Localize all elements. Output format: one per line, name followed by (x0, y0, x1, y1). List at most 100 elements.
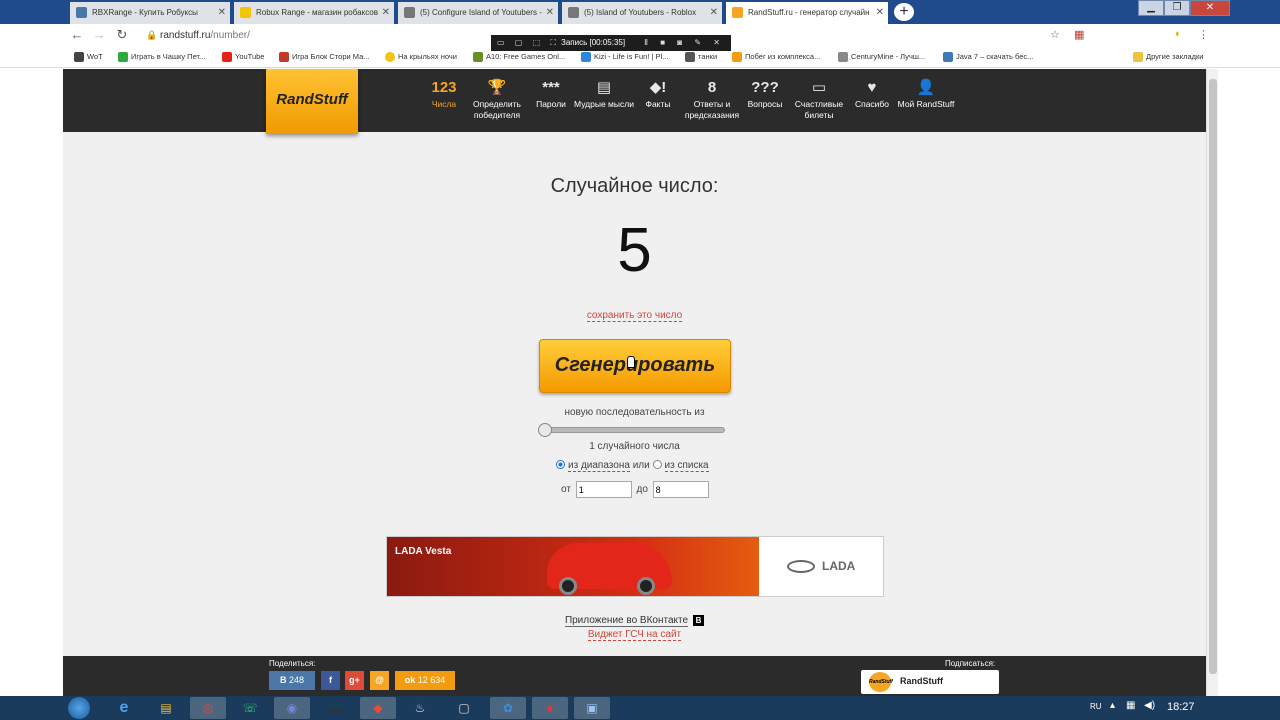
internet-explorer-icon[interactable]: e (106, 697, 142, 719)
nav-my-randstuff[interactable]: 👤 Мой RandStuff (896, 77, 956, 110)
bookmark-item[interactable]: CenturyMine - Лучш... (838, 52, 925, 62)
reload-icon[interactable]: ↻ (113, 27, 131, 43)
bookmark-item[interactable]: YouTube (222, 52, 265, 62)
range-option-label[interactable]: из диапазона (568, 460, 630, 472)
extension-icon[interactable]: ▦ (1074, 28, 1084, 41)
bookmark-folder[interactable]: Другие закладки (1133, 52, 1204, 62)
from-input[interactable] (575, 481, 632, 498)
close-icon[interactable]: ✕ (876, 2, 884, 24)
close-icon[interactable]: ✕ (382, 2, 390, 24)
facebook-share-button[interactable]: f (321, 671, 340, 690)
recorder-mode-icons[interactable]: ▭ ▢ ⬚ ⛶ (497, 35, 560, 51)
bookmark-item[interactable]: Побег из комплекса... (732, 52, 820, 62)
mode-selector: из диапазона или из списка (556, 460, 709, 472)
bookmark-item[interactable]: Java 7 – скачать бес... (943, 52, 1033, 62)
scrollbar-thumb[interactable] (1209, 79, 1217, 674)
count-slider[interactable] (540, 427, 725, 433)
menu-icon[interactable]: ⋮ (1198, 28, 1209, 41)
chrome-icon[interactable]: ◎ (190, 697, 226, 719)
vk-app-link[interactable]: Приложение во ВКонтакте (564, 615, 689, 627)
app-icon[interactable]: ▬ (318, 697, 354, 719)
tab-label: RBXRange - Купить Робуксы (92, 8, 198, 17)
recorder-tool-icons[interactable]: Ⅱ ■ ◙ ✎ ✕ (644, 35, 725, 51)
range-radio[interactable] (556, 460, 565, 469)
browser-tab[interactable]: (5) Island of Youtubers - Roblox ✕ (562, 2, 722, 24)
browser-tab-active[interactable]: RandStuff.ru - генератор случайн ✕ (726, 2, 888, 24)
minimize-button[interactable]: ▁ (1138, 0, 1164, 16)
mail-share-button[interactable]: @ (370, 671, 389, 690)
odnoklassniki-icon: ok (404, 675, 416, 685)
app-icon[interactable]: ✿ (490, 697, 526, 719)
nav-numbers[interactable]: 123 Числа (414, 77, 474, 110)
recorder-icon[interactable]: ● (532, 697, 568, 719)
bookmark-item[interactable]: танки (685, 52, 718, 62)
steam-icon[interactable]: ♨ (402, 697, 438, 719)
app-icon[interactable]: ▣ (574, 697, 610, 719)
volume-icon[interactable]: ◀) (1144, 700, 1155, 711)
address-bar[interactable]: randstuff.ru/number/ (160, 30, 250, 41)
browser-tab[interactable]: (5) Configure Island of Youtubers - ✕ (398, 2, 558, 24)
robux-icon (240, 7, 251, 18)
nav-tickets[interactable]: ▭ Счастливые билеты (789, 77, 849, 121)
subscribe-randstuff-button[interactable]: RandStuff RandStuff (861, 670, 999, 694)
page-scrollbar[interactable] (1206, 69, 1218, 696)
bookmark-item[interactable]: Играть в Чашку Пет... (118, 52, 205, 62)
count-slider-handle[interactable] (538, 423, 552, 437)
widget-link[interactable]: Виджет ГСЧ на сайт (587, 629, 682, 641)
list-radio[interactable] (652, 460, 662, 469)
close-icon[interactable]: ✕ (546, 2, 554, 24)
bookmark-label: YouTube (235, 52, 265, 61)
bookmark-label: Другие закладки (1146, 52, 1204, 61)
subscribe-label: Подписаться: (945, 659, 996, 668)
close-icon[interactable]: ✕ (218, 2, 226, 24)
forward-icon[interactable]: → (90, 27, 108, 42)
ticket-icon: ▭ (811, 79, 827, 96)
clock[interactable]: 18:27 (1167, 701, 1195, 713)
back-icon[interactable]: ← (68, 27, 86, 42)
discord-icon[interactable]: ◉ (274, 697, 310, 719)
browser-tab[interactable]: Robux Range - магазин робаксов ✕ (234, 2, 394, 24)
google-plus-share-button[interactable]: g+ (345, 671, 364, 690)
ok-share-button[interactable]: ok 12 634 (395, 671, 455, 690)
bookmark-label: танки (698, 52, 718, 61)
nav-facts[interactable]: ◆! Факты (628, 77, 688, 110)
nav-answers[interactable]: 8 Ответы и предсказания (682, 77, 742, 121)
bookmark-item[interactable]: Игра Блок Стори Ма... (279, 52, 370, 62)
numbers-icon: 123 (431, 79, 457, 96)
bookmark-item[interactable]: На крыльях ночи (385, 52, 457, 62)
bookmark-star-icon[interactable]: ☆ (1050, 28, 1060, 41)
nav-winner[interactable]: 🏆 Определить победителя (467, 77, 527, 121)
save-number-link[interactable]: сохранить это число (586, 310, 683, 322)
vk-share-button[interactable]: В 248 (269, 671, 315, 690)
language-indicator[interactable]: RU (1090, 702, 1102, 711)
tray-arrow-icon[interactable]: ▴ (1110, 700, 1115, 711)
bookmark-item[interactable]: WoT (74, 52, 103, 62)
lada-ad-banner[interactable]: LADA Vesta LADA (386, 536, 884, 597)
to-input[interactable] (652, 481, 709, 498)
or-text: или (632, 460, 650, 471)
lada-logo-box: LADA (777, 537, 883, 596)
profile-avatar-icon[interactable]: ◐ (1175, 28, 1182, 40)
window-close-button[interactable]: ✕ (1190, 0, 1230, 16)
site-logo[interactable]: RandStuff (266, 69, 358, 134)
browser-tab[interactable]: RBXRange - Купить Робуксы ✕ (70, 2, 230, 24)
network-icon[interactable]: ▦ (1126, 700, 1135, 711)
vk-icon[interactable]: В (693, 615, 705, 626)
roblox-icon[interactable]: ▢ (446, 697, 482, 719)
bookmark-label: Kizi - Life is Fun! | Pl... (594, 52, 669, 61)
file-explorer-icon[interactable]: ▤ (148, 697, 184, 719)
bookmark-item[interactable]: A10: Free Games Onl... (473, 52, 565, 62)
nav-quotes[interactable]: ▤ Мудрые мысли (574, 77, 634, 110)
whatsapp-icon[interactable]: ☏ (232, 697, 268, 719)
nav-passwords[interactable]: *** Пароли (521, 77, 581, 110)
generate-button[interactable]: Сгенерировать (539, 339, 731, 393)
start-button[interactable] (68, 697, 90, 719)
new-tab-button[interactable]: + (894, 3, 914, 21)
bookmark-item[interactable]: Kizi - Life is Fun! | Pl... (581, 52, 669, 62)
maximize-button[interactable]: ❐ (1164, 0, 1190, 16)
nav-thanks[interactable]: ♥ Спасибо (842, 77, 902, 110)
nav-questions[interactable]: ??? Вопросы (735, 77, 795, 110)
app-icon[interactable]: ◆ (360, 697, 396, 719)
close-icon[interactable]: ✕ (710, 2, 718, 24)
list-option-label[interactable]: из списка (664, 460, 709, 472)
